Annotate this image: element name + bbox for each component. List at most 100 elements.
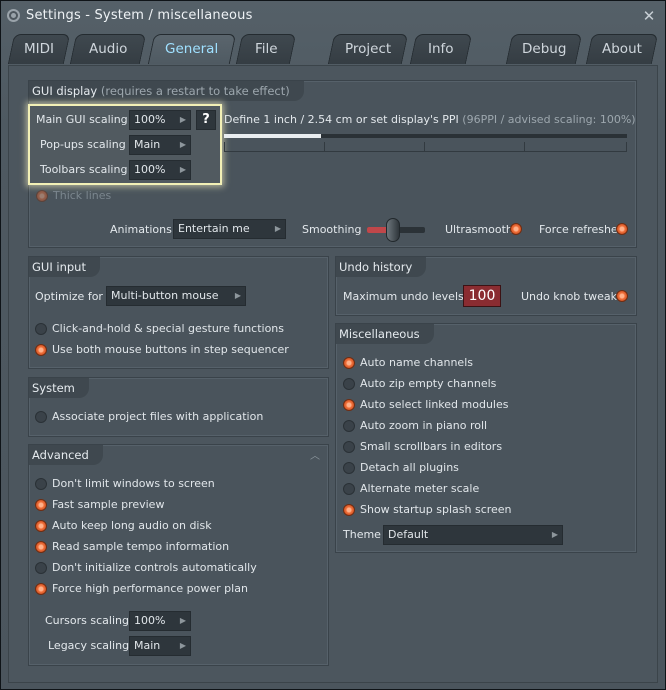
dropdown-value: Default [388, 528, 429, 541]
option-label: Force high performance power plan [52, 582, 248, 595]
dropdown-value: 100% [134, 163, 166, 176]
radio[interactable] [343, 420, 355, 432]
radio[interactable] [35, 583, 47, 595]
advanced-title: Advanced [29, 445, 103, 465]
radio[interactable] [343, 483, 355, 495]
dropdown-arrow-icon: ▶ [274, 224, 281, 233]
dropdown-value: 100% [134, 614, 166, 627]
dropdown-value: 100% [134, 113, 166, 126]
max-undo-levels-input[interactable]: 100 [463, 285, 501, 307]
option-label: Detach all plugins [360, 461, 459, 474]
option-label: Auto name channels [360, 356, 473, 369]
tab-info[interactable]: Info [409, 34, 473, 64]
undo-history-title: Undo history [336, 257, 427, 277]
ruler-tick [224, 142, 225, 152]
section-subtitle: (requires a restart to take effect) [100, 84, 290, 98]
animations-label: Animations [110, 223, 172, 236]
option-label: Don't initialize controls automatically [52, 561, 257, 574]
gear-icon [7, 9, 20, 22]
ultrasmooth-radio[interactable] [510, 223, 522, 235]
theme-dropdown[interactable]: Default ▶ [383, 525, 563, 545]
dropdown-arrow-icon: ▶ [234, 291, 241, 300]
radio[interactable] [35, 499, 47, 511]
thick-lines-radio[interactable] [36, 190, 48, 202]
radio[interactable] [35, 562, 47, 574]
popups-scaling-dropdown[interactable]: Main ▶ [129, 135, 191, 155]
legacy-scaling-dropdown[interactable]: Main ▶ [129, 636, 191, 656]
option-label: Auto zip empty channels [360, 377, 497, 390]
option-label: Don't limit windows to screen [52, 477, 215, 490]
help-button[interactable]: ? [196, 110, 216, 130]
dropdown-arrow-icon: ▶ [179, 115, 186, 124]
radio[interactable] [343, 357, 355, 369]
optimize-for-label: Optimize for [35, 290, 103, 303]
undo-knob-tweaks-label: Undo knob tweaks [521, 290, 623, 303]
dropdown-value: Entertain me [178, 222, 250, 235]
smoothing-slider-handle[interactable] [386, 218, 401, 242]
radio[interactable] [35, 478, 47, 490]
main-gui-scaling-dropdown[interactable]: 100% ▶ [129, 110, 191, 130]
toolbars-scaling-dropdown[interactable]: 100% ▶ [129, 160, 191, 180]
tab-label: File [254, 41, 278, 57]
main-gui-scaling-label: Main GUI scaling [36, 113, 128, 126]
radio[interactable] [343, 399, 355, 411]
radio[interactable] [35, 411, 47, 423]
option-label: Associate project files with application [52, 410, 264, 423]
tab-label: Info [428, 41, 454, 57]
gui-input-title: GUI input [29, 257, 100, 277]
define-ppi-label: Define 1 inch / 2.54 cm or set display's… [224, 113, 636, 126]
option-label: Read sample tempo information [52, 540, 230, 553]
radio[interactable] [35, 344, 47, 356]
dropdown-arrow-icon: ▶ [179, 140, 186, 149]
define-ppi-hint: (96PPI / advised scaling: 100%) [462, 113, 636, 126]
dropdown-arrow-icon: ▶ [179, 641, 186, 650]
toolbars-scaling-label: Toolbars scaling [40, 163, 128, 176]
radio[interactable] [35, 520, 47, 532]
tab-audio[interactable]: Audio [69, 34, 147, 64]
option-label: Click-and-hold & special gesture functio… [52, 322, 285, 335]
tab-label: General [165, 41, 219, 57]
ppi-ruler[interactable] [224, 134, 627, 138]
option-label: Auto select linked modules [360, 398, 509, 411]
ruler-tick [324, 142, 325, 152]
theme-label: Theme [343, 528, 381, 541]
animations-dropdown[interactable]: Entertain me ▶ [173, 219, 286, 239]
option-label: Fast sample preview [52, 498, 165, 511]
force-refreshes-radio[interactable] [616, 223, 628, 235]
ppi-ruler-fill [224, 134, 321, 138]
radio[interactable] [343, 462, 355, 474]
tab-label: MIDI [23, 41, 54, 57]
option-label: Thick lines [53, 189, 112, 202]
dropdown-arrow-icon: ▶ [179, 165, 186, 174]
tab-project[interactable]: Project [327, 34, 409, 64]
option-label: Show startup splash screen [360, 503, 512, 516]
cursors-scaling-dropdown[interactable]: 100% ▶ [129, 611, 191, 631]
tab-file[interactable]: File [235, 34, 297, 64]
option-label: Small scrollbars in editors [360, 440, 503, 453]
radio[interactable] [343, 504, 355, 516]
close-button[interactable]: ✕ [639, 6, 659, 26]
radio[interactable] [343, 378, 355, 390]
smoothing-label: Smoothing [302, 223, 362, 236]
undo-knob-tweaks-radio[interactable] [616, 290, 628, 302]
tab-label: Project [344, 41, 392, 57]
optimize-for-dropdown[interactable]: Multi-button mouse ▶ [106, 286, 246, 306]
tab-debug[interactable]: Debug [505, 34, 583, 64]
title-bar[interactable]: Settings - System / miscellaneous ✕ [1, 1, 665, 31]
ruler-tick [626, 142, 627, 152]
tab-general[interactable]: General [147, 34, 237, 64]
miscellaneous-title: Miscellaneous [336, 324, 434, 344]
cursors-scaling-label: Cursors scaling [45, 614, 129, 627]
option-label: Auto zoom in piano roll [360, 419, 488, 432]
collapse-icon[interactable]: ︿ [310, 447, 320, 462]
radio[interactable] [35, 323, 47, 335]
radio[interactable] [35, 541, 47, 553]
option-label: Auto keep long audio on disk [52, 519, 212, 532]
radio[interactable] [343, 441, 355, 453]
tab-label: About [602, 41, 642, 57]
tab-about[interactable]: About [585, 34, 659, 64]
gui-display-title: GUI display (requires a restart to take … [29, 81, 304, 101]
ultrasmooth-label: Ultrasmooth [445, 223, 513, 236]
ruler-tick [424, 142, 425, 152]
tab-midi[interactable]: MIDI [7, 34, 71, 64]
